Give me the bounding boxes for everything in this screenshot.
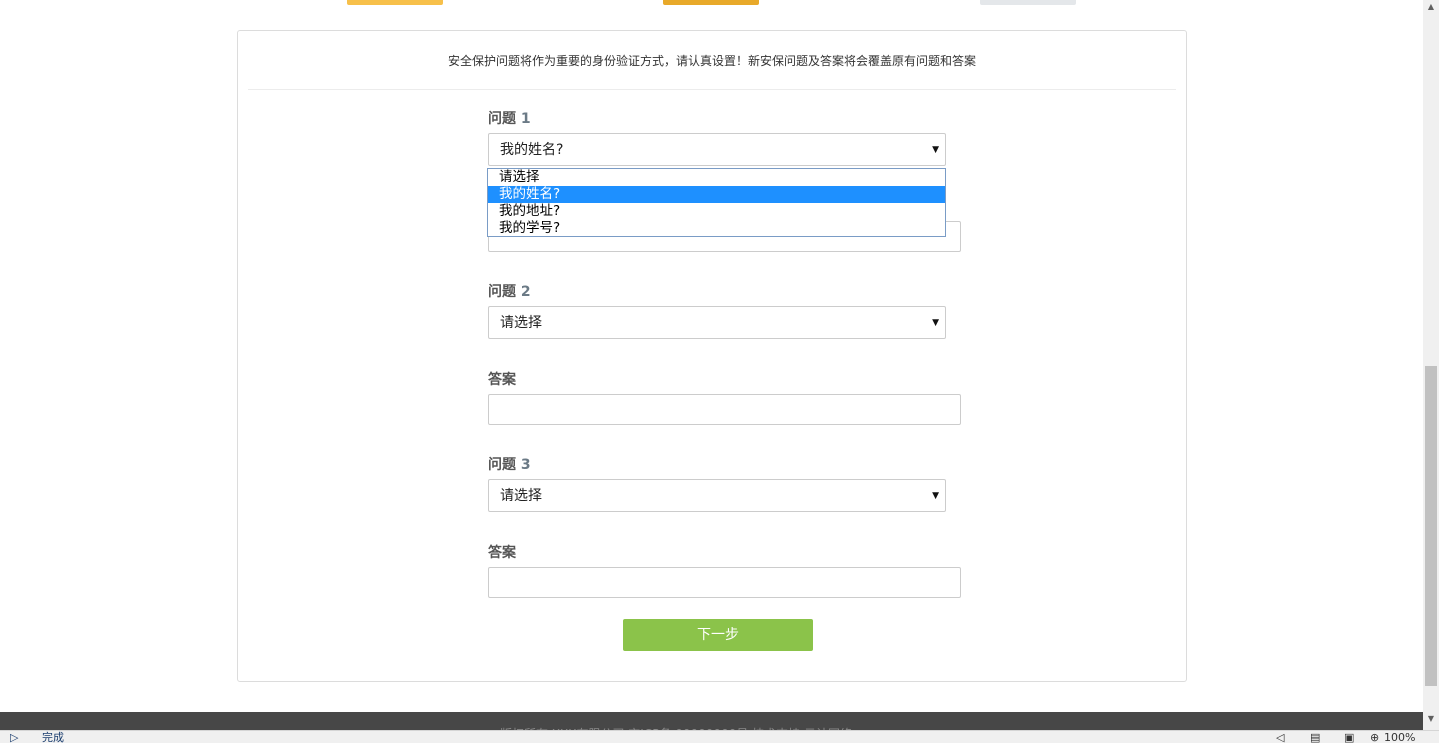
question-1-selected-value: 我的姓名? — [500, 142, 564, 158]
question-number: 2 — [520, 284, 531, 300]
dropdown-option-selected[interactable]: 我的姓名? — [488, 186, 945, 203]
question-3-select[interactable]: 请选择 ▼ — [488, 479, 946, 512]
question-label-text: 问题 — [488, 111, 516, 127]
answer-2-label: 答案 — [488, 372, 516, 388]
question-1-dropdown-list[interactable]: 请选择 我的姓名? 我的地址? 我的学号? — [487, 168, 946, 237]
question-3-selected-value: 请选择 — [500, 488, 542, 504]
dropdown-option[interactable]: 我的学号? — [488, 220, 945, 237]
dropdown-option[interactable]: 我的地址? — [488, 203, 945, 220]
vertical-scrollbar[interactable]: ▲ ▼ — [1423, 0, 1439, 730]
question-label-text: 问题 — [488, 457, 516, 473]
question-2-label: 问题 2 — [488, 281, 531, 301]
print-icon[interactable]: ▤ — [1310, 731, 1320, 743]
answer-2-input[interactable] — [488, 394, 961, 425]
scroll-up-icon[interactable]: ▲ — [1423, 0, 1439, 14]
notice-text: 安全保护问题将作为重要的身份验证方式，请认真设置！新安保问题及答案将会覆盖原有问… — [248, 31, 1176, 90]
dropdown-arrow-icon: ▼ — [932, 318, 939, 328]
dropdown-arrow-icon: ▼ — [932, 145, 939, 155]
question-2-select[interactable]: 请选择 ▼ — [488, 306, 946, 339]
dropdown-option[interactable]: 请选择 — [488, 169, 945, 186]
question-1-label: 问题 1 — [488, 108, 531, 128]
answer-3-input[interactable] — [488, 567, 961, 598]
step-tab-1 — [347, 0, 443, 5]
zoom-icon[interactable]: ⊕ — [1370, 731, 1379, 743]
dropdown-arrow-icon: ▼ — [932, 491, 939, 501]
speaker-icon[interactable]: ◁ — [1276, 731, 1284, 743]
compat-icon[interactable]: ▣ — [1344, 731, 1354, 743]
status-text: 完成 — [42, 731, 64, 743]
step-tab-2 — [663, 0, 759, 5]
scroll-down-icon[interactable]: ▼ — [1423, 712, 1439, 726]
browser-status-bar: ▷ 完成 ◁ ▤ ▣ ⊕ 100% — [0, 730, 1439, 743]
next-step-button[interactable]: 下一步 — [623, 619, 813, 651]
question-number: 1 — [520, 111, 531, 127]
page-status-icon: ▷ — [10, 731, 19, 743]
question-label-text: 问题 — [488, 284, 516, 300]
question-1-select[interactable]: 我的姓名? ▼ — [488, 133, 946, 166]
zoom-level[interactable]: 100% — [1384, 731, 1415, 743]
question-number: 3 — [520, 457, 531, 473]
scroll-thumb[interactable] — [1425, 366, 1437, 686]
step-tab-3 — [980, 0, 1076, 5]
answer-3-label: 答案 — [488, 545, 516, 561]
question-3-label: 问题 3 — [488, 454, 531, 474]
question-2-selected-value: 请选择 — [500, 315, 542, 331]
